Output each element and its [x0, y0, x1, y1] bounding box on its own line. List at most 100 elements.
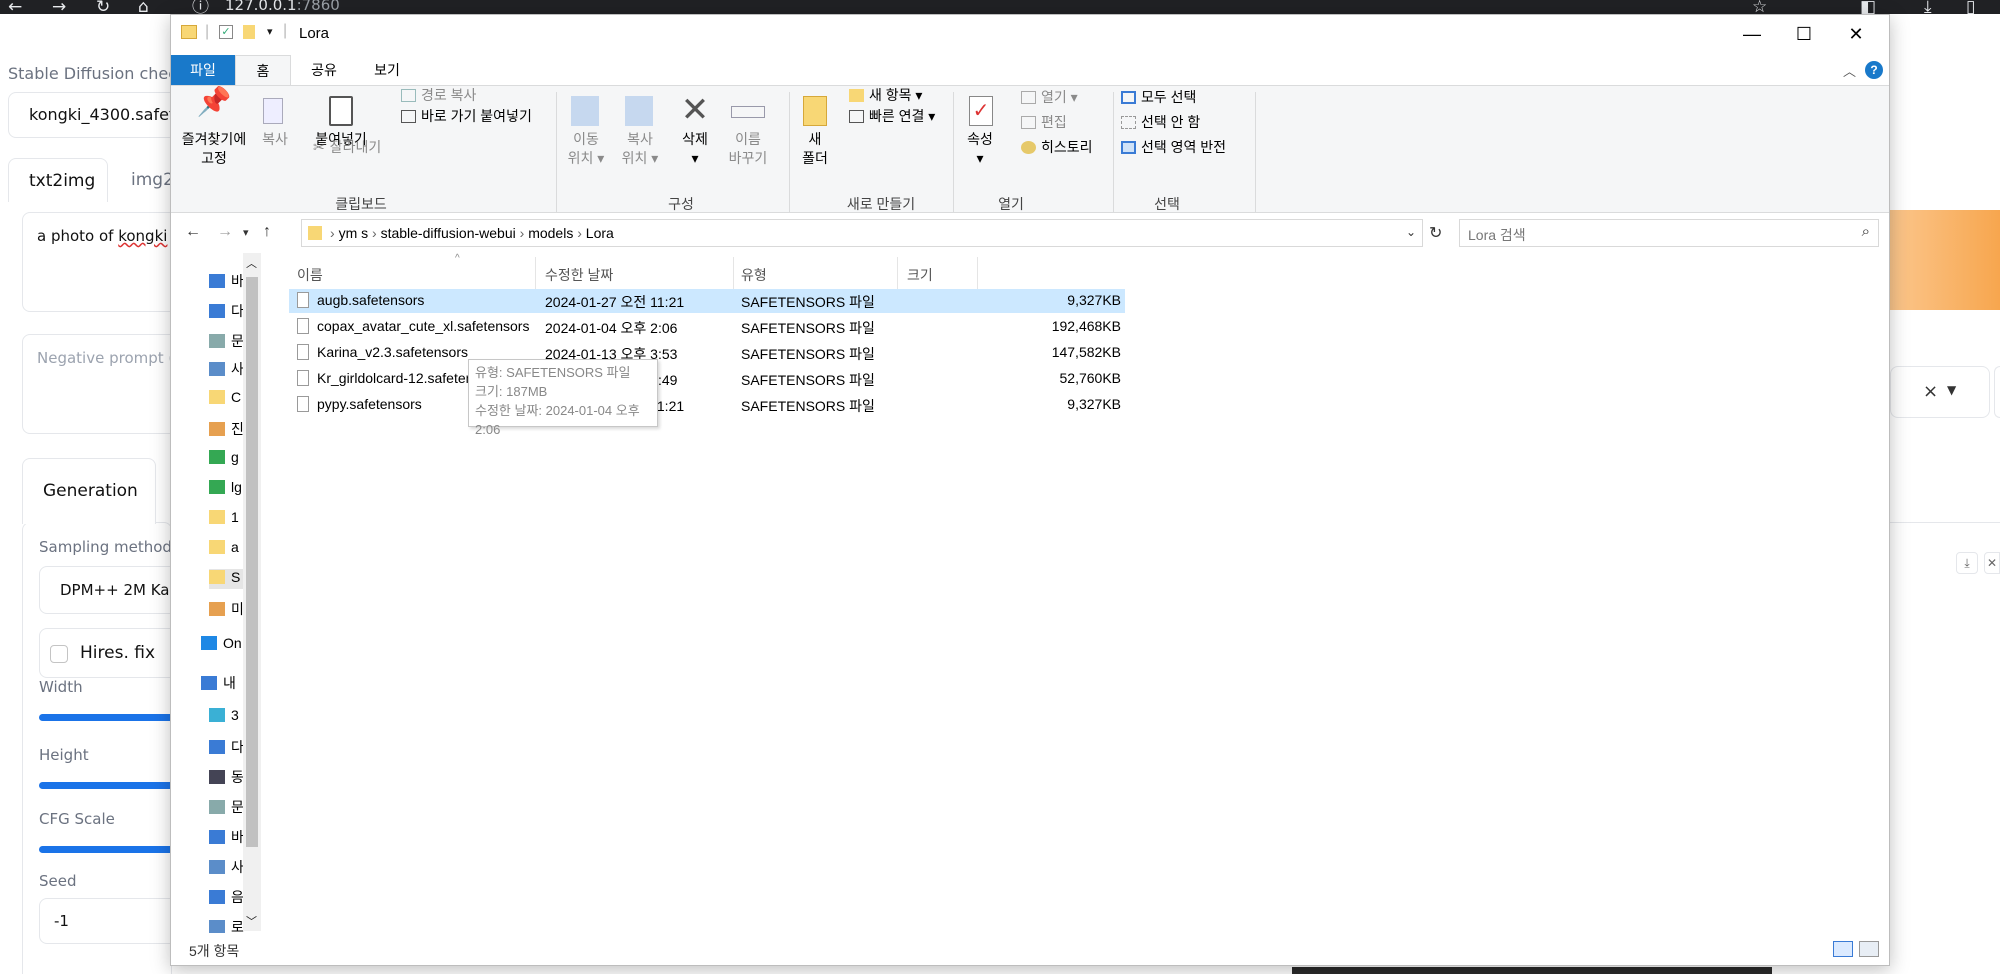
- cut-button[interactable]: ✂ 잘라내기: [313, 138, 381, 157]
- collapse-ribbon-icon[interactable]: ︿: [1843, 61, 1856, 80]
- nav-item-icon: [209, 602, 225, 616]
- edit-icon: [1021, 116, 1036, 129]
- address-bar[interactable]: 127.0.0.1:7860: [225, 0, 340, 14]
- tab-file[interactable]: 파일: [171, 55, 235, 85]
- properties-dropdown-icon[interactable]: ▾: [959, 149, 1001, 168]
- scroll-down-icon[interactable]: ﹀: [246, 913, 257, 929]
- tab-generation[interactable]: Generation: [22, 458, 156, 524]
- home-icon[interactable]: ⌂: [138, 0, 149, 14]
- back-arrow-icon[interactable]: ←: [8, 0, 22, 14]
- delete-dropdown-icon[interactable]: ▾: [675, 149, 715, 168]
- chevron-down-icon[interactable]: ▼: [1947, 383, 1956, 397]
- select-none-button[interactable]: 선택 안 함: [1121, 113, 1200, 132]
- cfg-scale-label: CFG Scale: [39, 810, 115, 828]
- search-icon[interactable]: ⌕: [1862, 223, 1870, 240]
- forward-icon[interactable]: →: [217, 223, 233, 241]
- file-row[interactable]: copax_avatar_cute_xl.safetensors 2024-01-…: [289, 315, 1125, 339]
- column-header-modified[interactable]: 수정한 날짜: [545, 265, 613, 285]
- refresh-icon[interactable]: ↻: [1429, 223, 1442, 243]
- column-header-name[interactable]: 이름: [297, 265, 323, 285]
- maximize-icon[interactable]: ☐: [1781, 19, 1827, 49]
- prompt-prefix: a photo of: [37, 227, 119, 245]
- gallery-download-icon[interactable]: ⤓: [1956, 552, 1978, 574]
- cfg-scale-slider[interactable]: [39, 846, 179, 853]
- pin-quick-access-button[interactable]: 📌 즐겨찾기에 고정: [179, 88, 249, 168]
- quick-access-dropdown-icon[interactable]: ▾: [267, 25, 273, 38]
- large-icons-view-icon[interactable]: [1859, 941, 1879, 957]
- copy-path-button[interactable]: 경로 복사: [401, 86, 476, 105]
- back-icon[interactable]: ←: [185, 223, 201, 241]
- breadcrumb-item[interactable]: ym s: [339, 225, 369, 241]
- recent-locations-icon[interactable]: ▾: [243, 226, 249, 239]
- width-slider[interactable]: [39, 714, 179, 721]
- reload-icon[interactable]: ↻: [96, 0, 110, 14]
- nav-scrollbar[interactable]: ︿ ﹀: [243, 253, 261, 931]
- rename-button[interactable]: 이름 바꾸기: [723, 92, 773, 168]
- file-row[interactable]: augb.safetensors 2024-01-27 오전 11:21 SAFET…: [289, 289, 1125, 313]
- scroll-up-icon[interactable]: ︿: [246, 255, 257, 271]
- generate-button[interactable]: [1890, 210, 2000, 310]
- close-icon[interactable]: ✕: [1833, 19, 1879, 49]
- open-button[interactable]: 열기 ▾: [1021, 88, 1078, 107]
- tab-share[interactable]: 공유: [295, 55, 353, 85]
- column-separator[interactable]: [535, 257, 536, 289]
- breadcrumb-item[interactable]: stable-diffusion-webui: [381, 225, 516, 241]
- tab-view[interactable]: 보기: [357, 55, 417, 85]
- column-header-type[interactable]: 유형: [741, 265, 767, 285]
- styles-edit-button[interactable]: [1994, 366, 2000, 418]
- menu-icon[interactable]: ▯: [1966, 0, 1975, 14]
- tab-img2img[interactable]: img2: [131, 170, 174, 190]
- paste-shortcut-button[interactable]: 바로 가기 붙여넣기: [401, 107, 532, 126]
- search-input[interactable]: Lora 검색 ⌕: [1459, 219, 1879, 247]
- easy-access-button[interactable]: 빠른 연결 ▾: [849, 107, 935, 126]
- column-header-size[interactable]: 크기: [907, 265, 933, 285]
- file-row[interactable]: pypy.safetensors2024-01-27 오전 11:21SAFET…: [289, 393, 1125, 417]
- clear-styles-icon[interactable]: ×: [1923, 381, 1938, 402]
- history-button[interactable]: 히스토리: [1021, 138, 1093, 157]
- column-separator[interactable]: [977, 257, 978, 289]
- column-separator[interactable]: [897, 257, 898, 289]
- gallery-close-icon[interactable]: ✕: [1984, 552, 2000, 574]
- tab-home[interactable]: 홈: [235, 55, 291, 85]
- move-to-button[interactable]: 이동 위치 ▾: [563, 92, 609, 168]
- copy-to-button[interactable]: 복사 위치 ▾: [617, 92, 663, 168]
- bookmark-star-icon[interactable]: ☆: [1752, 0, 1767, 14]
- details-view-icon[interactable]: [1833, 941, 1853, 957]
- styles-dropdown[interactable]: × ▼: [1890, 366, 1990, 418]
- properties-quick-icon[interactable]: ✓: [219, 25, 233, 39]
- delete-button[interactable]: ✕ 삭제 ▾: [675, 92, 715, 168]
- select-all-icon: [1121, 91, 1136, 104]
- invert-selection-button[interactable]: 선택 영역 반전: [1121, 138, 1226, 157]
- prompt-textarea[interactable]: a photo of kongki c: [22, 212, 182, 312]
- new-folder-button[interactable]: 새 폴더: [795, 92, 835, 168]
- checkpoint-dropdown[interactable]: kongki_4300.safete: [8, 92, 185, 138]
- file-row[interactable]: Karina_v2.3.safetensors 2024-01-13 오후 3:5…: [289, 341, 1125, 365]
- negative-prompt-textarea[interactable]: Negative prompt (p: [22, 334, 184, 434]
- breadcrumb-item[interactable]: models: [528, 225, 573, 241]
- tab-txt2img[interactable]: txt2img: [8, 158, 108, 202]
- help-icon[interactable]: ?: [1865, 61, 1883, 79]
- download-icon[interactable]: ⤓: [1924, 0, 1932, 14]
- path-dropdown-icon[interactable]: ⌄: [1406, 225, 1416, 239]
- copy-label: 복사: [262, 131, 288, 147]
- height-slider[interactable]: [39, 782, 179, 789]
- nav-item-label: C: [231, 389, 242, 405]
- new-item-button[interactable]: 새 항목 ▾: [849, 86, 922, 105]
- properties-button[interactable]: ✓ 속성 ▾: [959, 92, 1001, 168]
- copy-button[interactable]: 복사: [255, 92, 295, 149]
- up-icon[interactable]: ↑: [263, 223, 271, 241]
- edit-button[interactable]: 편집: [1021, 113, 1067, 132]
- new-folder-quick-icon[interactable]: [243, 25, 255, 39]
- column-separator[interactable]: [733, 257, 734, 289]
- extensions-icon[interactable]: ◧: [1860, 0, 1876, 14]
- seed-input[interactable]: -1: [39, 898, 179, 944]
- forward-arrow-icon[interactable]: →: [52, 0, 66, 14]
- scroll-thumb[interactable]: [246, 277, 258, 847]
- sampling-method-dropdown[interactable]: DPM++ 2M Karr: [39, 566, 182, 614]
- breadcrumb-item[interactable]: Lora: [586, 225, 614, 241]
- hires-fix-checkbox[interactable]: [50, 645, 68, 663]
- minimize-icon[interactable]: —: [1729, 19, 1775, 49]
- path-box[interactable]: › ym s › stable-diffusion-webui › models…: [301, 219, 1423, 247]
- file-row[interactable]: Kr_girldolcard-12.safetensors2024-01-13 …: [289, 367, 1125, 391]
- select-all-button[interactable]: 모두 선택: [1121, 88, 1196, 107]
